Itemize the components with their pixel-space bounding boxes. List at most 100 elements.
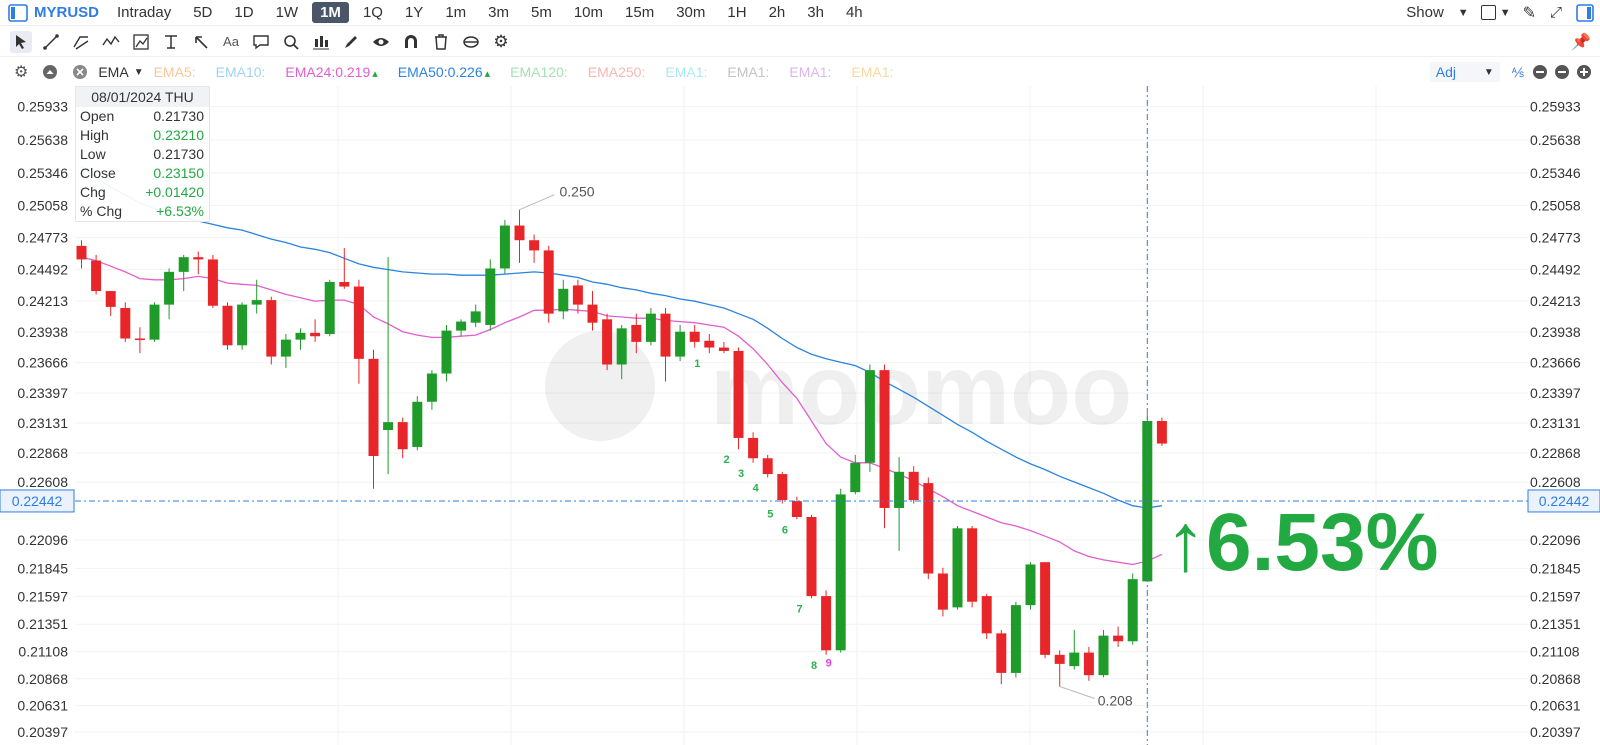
ticker-symbol[interactable]: MYRUSD <box>34 4 99 21</box>
tab-timeframe-1W[interactable]: 1W <box>268 2 307 23</box>
brush-icon[interactable] <box>340 31 362 53</box>
candle-down <box>821 596 832 651</box>
line-icon[interactable] <box>40 31 62 53</box>
adj-select[interactable]: Adj ▼ <box>1429 62 1500 82</box>
candle-up <box>952 528 963 608</box>
candle-up <box>864 370 875 463</box>
collapse-icon[interactable] <box>42 64 58 80</box>
measure-icon[interactable] <box>130 31 152 53</box>
y-axis-label-left: 0.25058 <box>17 197 68 213</box>
fullscreen-icon[interactable]: ⤢ <box>1550 4 1562 21</box>
sync-icon[interactable] <box>460 31 482 53</box>
magnet-icon[interactable] <box>400 31 422 53</box>
y-axis-label-right: 0.25346 <box>1530 165 1581 181</box>
candle-down <box>718 347 729 351</box>
ohlc-row: Open 0.21730 <box>76 107 209 126</box>
ema-legend-item[interactable]: EMA50:0.226 ▴ <box>398 64 490 80</box>
tab-timeframe-3m[interactable]: 3m <box>480 2 517 23</box>
candle-down <box>733 350 744 438</box>
arrow-icon[interactable] <box>190 31 212 53</box>
tab-timeframe-5D[interactable]: 5D <box>185 2 220 23</box>
zoom-in-icon[interactable] <box>1576 64 1592 80</box>
draw-icon[interactable]: ✎ <box>1523 3 1536 23</box>
y-axis-label-right: 0.24213 <box>1530 293 1581 309</box>
tab-timeframe-15m[interactable]: 15m <box>617 2 662 23</box>
candle-down <box>1113 635 1124 642</box>
cursor-icon[interactable] <box>10 30 32 53</box>
low-price-label: 0.208 <box>1098 692 1133 708</box>
axis-icon[interactable]: ⅍ <box>1512 65 1524 80</box>
tab-timeframe-10m[interactable]: 10m <box>566 2 611 23</box>
ema-legend-item[interactable]: EMA250: <box>588 64 646 80</box>
ema-legend-item[interactable]: EMA24:0.219 ▴ <box>285 64 377 80</box>
candle-up <box>485 268 496 325</box>
square-icon <box>1480 5 1496 20</box>
minus-circle-icon[interactable] <box>1532 64 1548 80</box>
tab-timeframe-1m[interactable]: 1m <box>437 2 474 23</box>
ohlc-value: +6.53% <box>156 203 204 219</box>
text-icon[interactable]: Aa <box>220 31 242 53</box>
watermark-text: moomoo <box>710 334 1132 446</box>
tab-timeframe-1D[interactable]: 1D <box>226 2 261 23</box>
zoom-out-icon[interactable] <box>1554 64 1570 80</box>
layout-dropdown[interactable]: ▼ <box>1480 5 1511 20</box>
candle-down <box>222 305 233 346</box>
tab-timeframe-1Y[interactable]: 1Y <box>397 2 431 23</box>
candle-down <box>572 285 583 305</box>
indicator-settings-icon[interactable]: ⚙ <box>14 62 28 82</box>
tab-timeframe-1M[interactable]: 1M <box>312 2 349 23</box>
candle-down <box>368 358 379 457</box>
ohlc-label: High <box>80 127 109 143</box>
tab-timeframe-1H[interactable]: 1H <box>719 2 754 23</box>
vertical-line-icon[interactable] <box>160 31 182 53</box>
ema-legend-label: EMA1: <box>851 64 894 80</box>
ohlc-row: Low 0.21730 <box>76 145 209 164</box>
tab-timeframe-3h[interactable]: 3h <box>799 2 832 23</box>
candle-down <box>967 528 978 602</box>
sidebar-toggle-icon[interactable] <box>8 3 28 22</box>
y-axis-label-right: 0.20397 <box>1530 724 1581 740</box>
y-axis-label-right: 0.21108 <box>1530 644 1580 660</box>
ohlc-value: 0.23150 <box>153 165 204 181</box>
ema-legend-item[interactable]: EMA1: <box>789 64 831 80</box>
close-icon[interactable] <box>72 64 88 80</box>
candle-down <box>587 304 598 323</box>
candle-down <box>908 471 919 501</box>
ema-legend-item[interactable]: EMA120: <box>510 64 568 80</box>
tab-timeframe-5m[interactable]: 5m <box>523 2 560 23</box>
pin-icon[interactable]: 📌 <box>1570 31 1592 53</box>
candle-up <box>456 321 467 331</box>
tab-intraday[interactable]: Intraday <box>109 2 179 23</box>
show-dropdown[interactable]: Show ▼ <box>1406 4 1468 21</box>
ema-legend-item[interactable]: EMA1: <box>665 64 707 80</box>
indicator-select[interactable]: EMA ▼ <box>98 64 143 80</box>
zoom-icon[interactable] <box>280 31 302 53</box>
candle-down <box>91 260 102 292</box>
channel-icon[interactable] <box>70 31 92 53</box>
ema-list: EMA5: EMA10: EMA24:0.219 ▴ EMA50:0.226 ▴ EMA12… <box>154 64 914 80</box>
tab-timeframe-30m[interactable]: 30m <box>668 2 713 23</box>
tab-timeframe-4h[interactable]: 4h <box>838 2 871 23</box>
candle-down <box>791 501 802 518</box>
trash-icon[interactable] <box>430 31 452 53</box>
eye-icon[interactable] <box>370 31 392 53</box>
candle-up <box>324 282 335 334</box>
ema-legend-item[interactable]: EMA1: <box>851 64 893 80</box>
tab-timeframe-1Q[interactable]: 1Q <box>355 2 391 23</box>
arrow-up-icon: ▴ <box>372 68 378 80</box>
ema-legend-item[interactable]: EMA1: <box>727 64 769 80</box>
panel-toggle-icon[interactable] <box>1576 3 1594 22</box>
candle-down <box>704 340 715 348</box>
candle-down <box>105 291 116 307</box>
comment-icon[interactable] <box>250 31 272 53</box>
price-chart[interactable]: 0.25933 0.25933 0.25638 0.25638 0.25346 0.253… <box>0 86 1600 745</box>
settings-icon[interactable]: ⚙ <box>490 31 512 53</box>
tab-timeframe-2h[interactable]: 2h <box>761 2 794 23</box>
ema-legend-item[interactable]: EMA10: <box>216 64 266 80</box>
chart-type-icon[interactable] <box>310 31 332 53</box>
candle-down <box>981 596 992 634</box>
y-axis-label-left: 0.23397 <box>17 385 68 401</box>
wave-icon[interactable] <box>100 31 122 53</box>
ema-legend-item[interactable]: EMA5: <box>154 64 196 80</box>
candle-up <box>441 330 452 374</box>
